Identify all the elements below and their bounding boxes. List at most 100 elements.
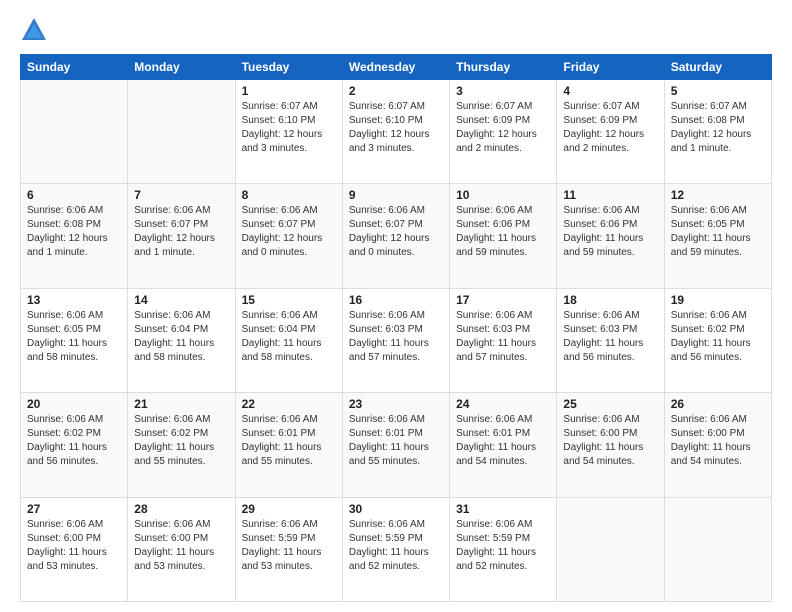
day-number: 20 (27, 397, 121, 411)
calendar-cell: 31 Sunrise: 6:06 AMSunset: 5:59 PMDayligh… (450, 497, 557, 601)
calendar-week-row: 13 Sunrise: 6:06 AMSunset: 6:05 PMDayligh… (21, 288, 772, 392)
calendar-cell: 28Sunrise: 6:06 AMSunset: 6:00 PMDayligh… (128, 497, 235, 601)
calendar-cell (664, 497, 771, 601)
weekday-header: Thursday (450, 55, 557, 80)
day-number: 22 (242, 397, 336, 411)
weekday-header: Monday (128, 55, 235, 80)
calendar-cell: 9 Sunrise: 6:06 AMSunset: 6:07 PMDaylight… (342, 184, 449, 288)
day-number: 24 (456, 397, 550, 411)
day-number: 23 (349, 397, 443, 411)
calendar-cell: 6 Sunrise: 6:06 AMSunset: 6:08 PMDaylight… (21, 184, 128, 288)
day-info: Sunrise: 6:06 AMSunset: 6:07 PMDaylight:… (134, 204, 228, 260)
day-info: Sunrise: 6:06 AMSunset: 6:06 PMDaylight:… (456, 204, 550, 260)
day-info: Sunrise: 6:06 AMSunset: 6:02 PMDaylight:… (671, 309, 765, 365)
calendar-table: SundayMondayTuesdayWednesdayThursdayFrid… (20, 54, 772, 602)
day-info: Sunrise: 6:07 AMSunset: 6:09 PMDaylight:… (456, 100, 550, 156)
day-number: 29 (242, 502, 336, 516)
calendar-cell: 3 Sunrise: 6:07 AMSunset: 6:09 PMDaylight… (450, 80, 557, 184)
day-number: 9 (349, 188, 443, 202)
day-number: 4 (563, 84, 657, 98)
weekday-header: Saturday (664, 55, 771, 80)
calendar-cell: 1 Sunrise: 6:07 AMSunset: 6:10 PMDaylight… (235, 80, 342, 184)
day-number: 15 (242, 293, 336, 307)
calendar-header-row: SundayMondayTuesdayWednesdayThursdayFrid… (21, 55, 772, 80)
day-info: Sunrise: 6:06 AMSunset: 6:07 PMDaylight:… (242, 204, 336, 260)
calendar-week-row: 27Sunrise: 6:06 AMSunset: 6:00 PMDayligh… (21, 497, 772, 601)
day-info: Sunrise: 6:06 AMSunset: 6:00 PMDaylight:… (134, 518, 228, 574)
day-info: Sunrise: 6:06 AMSunset: 6:03 PMDaylight:… (563, 309, 657, 365)
day-info: Sunrise: 6:06 AMSunset: 6:02 PMDaylight:… (134, 413, 228, 469)
calendar-cell: 13 Sunrise: 6:06 AMSunset: 6:05 PMDayligh… (21, 288, 128, 392)
day-number: 13 (27, 293, 121, 307)
day-number: 6 (27, 188, 121, 202)
day-number: 1 (242, 84, 336, 98)
day-info: Sunrise: 6:06 AMSunset: 6:01 PMDaylight:… (349, 413, 443, 469)
day-info: Sunrise: 6:06 AMSunset: 6:04 PMDaylight:… (242, 309, 336, 365)
weekday-header: Tuesday (235, 55, 342, 80)
day-info: Sunrise: 6:06 AMSunset: 5:59 PMDaylight:… (349, 518, 443, 574)
calendar-cell: 20Sunrise: 6:06 AMSunset: 6:02 PMDayligh… (21, 393, 128, 497)
day-number: 18 (563, 293, 657, 307)
day-number: 8 (242, 188, 336, 202)
calendar-cell: 22Sunrise: 6:06 AMSunset: 6:01 PMDayligh… (235, 393, 342, 497)
day-info: Sunrise: 6:06 AMSunset: 5:59 PMDaylight:… (456, 518, 550, 574)
calendar-cell (128, 80, 235, 184)
day-number: 3 (456, 84, 550, 98)
calendar-cell: 16Sunrise: 6:06 AMSunset: 6:03 PMDayligh… (342, 288, 449, 392)
day-info: Sunrise: 6:06 AMSunset: 6:08 PMDaylight:… (27, 204, 121, 260)
day-info: Sunrise: 6:07 AMSunset: 6:10 PMDaylight:… (242, 100, 336, 156)
calendar-cell: 26Sunrise: 6:06 AMSunset: 6:00 PMDayligh… (664, 393, 771, 497)
day-number: 2 (349, 84, 443, 98)
calendar-cell: 14 Sunrise: 6:06 AMSunset: 6:04 PMDayligh… (128, 288, 235, 392)
calendar-cell: 11Sunrise: 6:06 AMSunset: 6:06 PMDayligh… (557, 184, 664, 288)
calendar-cell: 5Sunrise: 6:07 AMSunset: 6:08 PMDaylight… (664, 80, 771, 184)
calendar-cell: 21 Sunrise: 6:06 AMSunset: 6:02 PMDayligh… (128, 393, 235, 497)
day-number: 14 (134, 293, 228, 307)
day-info: Sunrise: 6:06 AMSunset: 6:05 PMDaylight:… (27, 309, 121, 365)
calendar-cell: 15 Sunrise: 6:06 AMSunset: 6:04 PMDayligh… (235, 288, 342, 392)
day-info: Sunrise: 6:06 AMSunset: 6:03 PMDaylight:… (349, 309, 443, 365)
day-info: Sunrise: 6:06 AMSunset: 6:06 PMDaylight:… (563, 204, 657, 260)
day-number: 21 (134, 397, 228, 411)
day-info: Sunrise: 6:06 AMSunset: 6:01 PMDaylight:… (456, 413, 550, 469)
calendar-cell: 23 Sunrise: 6:06 AMSunset: 6:01 PMDayligh… (342, 393, 449, 497)
calendar-cell: 2 Sunrise: 6:07 AMSunset: 6:10 PMDaylight… (342, 80, 449, 184)
day-number: 31 (456, 502, 550, 516)
header (20, 16, 772, 44)
calendar-cell: 10Sunrise: 6:06 AMSunset: 6:06 PMDayligh… (450, 184, 557, 288)
calendar-cell: 30 Sunrise: 6:06 AMSunset: 5:59 PMDayligh… (342, 497, 449, 601)
day-info: Sunrise: 6:06 AMSunset: 6:04 PMDaylight:… (134, 309, 228, 365)
day-info: Sunrise: 6:06 AMSunset: 6:03 PMDaylight:… (456, 309, 550, 365)
day-info: Sunrise: 6:07 AMSunset: 6:09 PMDaylight:… (563, 100, 657, 156)
day-info: Sunrise: 6:07 AMSunset: 6:08 PMDaylight:… (671, 100, 765, 156)
day-info: Sunrise: 6:06 AMSunset: 6:00 PMDaylight:… (563, 413, 657, 469)
calendar-cell: 12 Sunrise: 6:06 AMSunset: 6:05 PMDayligh… (664, 184, 771, 288)
calendar-cell: 27Sunrise: 6:06 AMSunset: 6:00 PMDayligh… (21, 497, 128, 601)
calendar-cell: 24 Sunrise: 6:06 AMSunset: 6:01 PMDayligh… (450, 393, 557, 497)
calendar-cell: 25 Sunrise: 6:06 AMSunset: 6:00 PMDayligh… (557, 393, 664, 497)
day-number: 7 (134, 188, 228, 202)
day-info: Sunrise: 6:07 AMSunset: 6:10 PMDaylight:… (349, 100, 443, 156)
calendar-week-row: 1 Sunrise: 6:07 AMSunset: 6:10 PMDaylight… (21, 80, 772, 184)
day-number: 12 (671, 188, 765, 202)
calendar-cell: 8 Sunrise: 6:06 AMSunset: 6:07 PMDaylight… (235, 184, 342, 288)
day-info: Sunrise: 6:06 AMSunset: 5:59 PMDaylight:… (242, 518, 336, 574)
calendar-cell: 7 Sunrise: 6:06 AMSunset: 6:07 PMDaylight… (128, 184, 235, 288)
logo-icon (20, 16, 48, 44)
day-number: 26 (671, 397, 765, 411)
weekday-header: Friday (557, 55, 664, 80)
calendar-cell: 4 Sunrise: 6:07 AMSunset: 6:09 PMDaylight… (557, 80, 664, 184)
day-number: 30 (349, 502, 443, 516)
day-number: 17 (456, 293, 550, 307)
calendar-cell: 19 Sunrise: 6:06 AMSunset: 6:02 PMDayligh… (664, 288, 771, 392)
day-number: 19 (671, 293, 765, 307)
weekday-header: Wednesday (342, 55, 449, 80)
calendar-cell (21, 80, 128, 184)
page: SundayMondayTuesdayWednesdayThursdayFrid… (0, 0, 792, 612)
calendar-cell: 17 Sunrise: 6:06 AMSunset: 6:03 PMDayligh… (450, 288, 557, 392)
calendar-cell: 29 Sunrise: 6:06 AMSunset: 5:59 PMDayligh… (235, 497, 342, 601)
day-info: Sunrise: 6:06 AMSunset: 6:07 PMDaylight:… (349, 204, 443, 260)
day-number: 25 (563, 397, 657, 411)
day-info: Sunrise: 6:06 AMSunset: 6:05 PMDaylight:… (671, 204, 765, 260)
calendar-cell (557, 497, 664, 601)
